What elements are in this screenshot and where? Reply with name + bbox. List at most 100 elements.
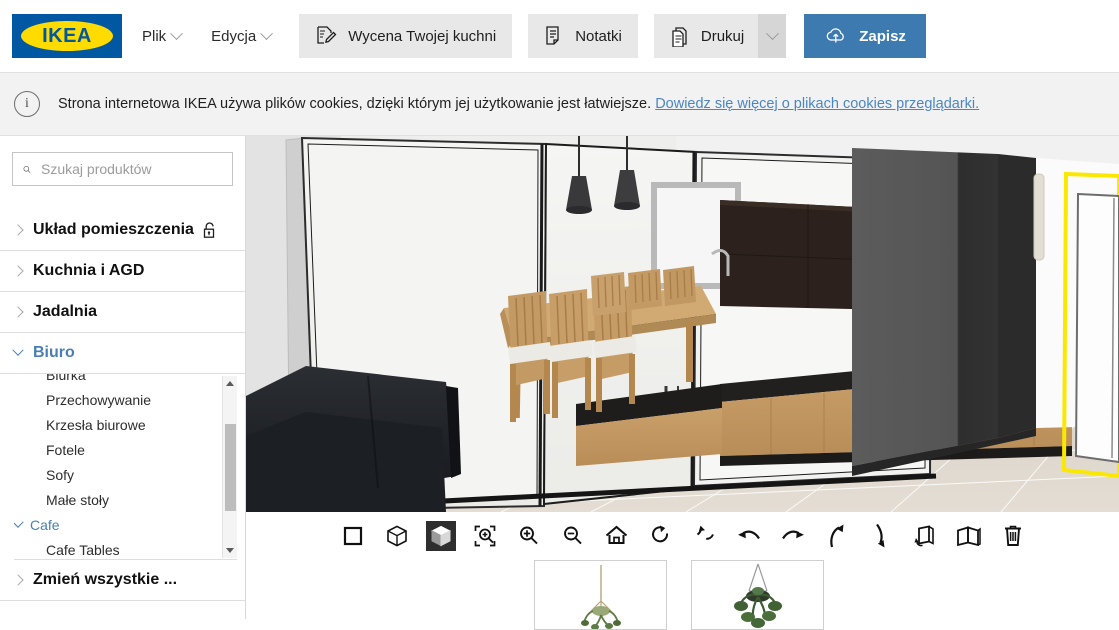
logo-ellipse: IKEA <box>21 21 113 51</box>
scroll-down-button[interactable] <box>223 543 237 558</box>
subcategory-label: Biurka <box>46 374 86 383</box>
list-item[interactable]: Fotele <box>14 437 210 462</box>
folded-walls-icon <box>956 526 981 547</box>
list-item[interactable]: Krzesła biurowe <box>14 412 210 437</box>
search-icon <box>23 165 31 173</box>
square-icon <box>343 526 362 546</box>
chevron-down-icon <box>170 26 184 40</box>
search-input[interactable] <box>41 161 222 177</box>
tilt-down-button[interactable] <box>866 521 896 551</box>
magnifier-minus-icon <box>563 526 582 545</box>
sidebar-item-label: Jadalnia <box>33 303 98 320</box>
sidebar-item-jadalnia[interactable]: Jadalnia <box>0 292 245 333</box>
cube-filled-icon <box>430 525 451 547</box>
subcategory-label: Cafe Tables <box>46 541 120 558</box>
2d-view-button[interactable] <box>338 521 368 551</box>
chevron-down-icon <box>260 26 274 40</box>
sidebar-item-label: Biuro <box>33 344 75 361</box>
chevron-down-icon <box>765 26 779 40</box>
list-item[interactable]: Przechowywanie <box>14 387 210 412</box>
notes-label: Notatki <box>575 27 622 45</box>
print-split-button: Drukuj <box>653 14 787 58</box>
dining-chair <box>663 266 696 306</box>
open-walls-button[interactable] <box>954 521 984 551</box>
ikea-logo[interactable]: ® IKEA <box>12 14 122 58</box>
curved-arrow-left-icon <box>737 530 760 540</box>
scroll-up-button[interactable] <box>223 376 237 391</box>
rotate-clockwise-button[interactable] <box>646 521 676 551</box>
subcategory-label: Przechowywanie <box>46 391 152 408</box>
sofa <box>246 366 461 512</box>
zoom-in-button[interactable] <box>514 521 544 551</box>
list-item[interactable]: Małe stoły <box>14 487 210 512</box>
3d-viewport[interactable] <box>246 136 1119 512</box>
sidebar-item-label: Układ pomieszczenia <box>33 221 194 238</box>
pan-left-button[interactable] <box>734 521 764 551</box>
zoom-to-fit-button[interactable] <box>470 521 500 551</box>
curved-arrow-right-icon <box>781 530 804 540</box>
search-box[interactable] <box>12 152 233 186</box>
unlocked-padlock-icon <box>203 221 215 238</box>
zoom-out-button[interactable] <box>558 521 588 551</box>
subcategory-list: Biurka Przechowywanie Krzesła biurowe Fo… <box>14 374 210 559</box>
sidebar-item-uklad-pomieszczenia[interactable]: Układ pomieszczenia <box>0 210 245 251</box>
print-dropdown-button[interactable] <box>758 14 787 58</box>
pan-right-button[interactable] <box>778 521 808 551</box>
list-item[interactable]: Cafe Tables <box>14 537 210 559</box>
delete-button[interactable] <box>998 521 1028 551</box>
notes-icon <box>546 26 559 45</box>
chevron-right-icon <box>12 265 24 277</box>
subcategory-label: Sofy <box>46 466 75 483</box>
list-item[interactable]: Biurka <box>14 374 210 387</box>
chevron-right-icon <box>12 306 24 318</box>
sidebar-item-zmien-wszystkie[interactable]: Zmień wszystkie ... <box>0 560 245 601</box>
sidebar-item-biuro[interactable]: Biuro <box>0 333 245 374</box>
subcategory-label: Małe stoły <box>46 491 110 508</box>
subcategory-scroll-area: Biurka Przechowywanie Krzesła biurowe Fo… <box>14 374 237 560</box>
kitchen-quote-label: Wycena Twojej kuchni <box>348 27 497 45</box>
tilt-up-button[interactable] <box>822 521 852 551</box>
chevron-right-icon <box>12 224 24 236</box>
cube-outline-icon <box>386 525 407 547</box>
menu-plik[interactable]: Plik <box>132 22 191 51</box>
print-button[interactable]: Drukuj <box>653 14 759 58</box>
3d-wireframe-view-button[interactable] <box>382 521 412 551</box>
view-toolbar <box>246 512 1119 560</box>
print-icon <box>672 27 687 47</box>
rotate-counterclockwise-icon <box>696 525 714 540</box>
sidebar-item-label: Kuchnia i AGD <box>33 262 145 279</box>
rotate-counterclockwise-button[interactable] <box>690 521 720 551</box>
cookie-notice-bar: i Strona internetowa IKEA używa plików c… <box>0 72 1119 136</box>
subcategory-group-cafe[interactable]: Cafe <box>14 512 210 537</box>
rotate-clockwise-icon <box>651 525 668 543</box>
menu-plik-label: Plik <box>142 27 167 45</box>
registered-mark: ® <box>115 14 121 23</box>
rotate-object-button[interactable] <box>910 521 940 551</box>
cookie-learn-more-link[interactable]: Dowiedz się więcej o plikach cookies prz… <box>655 96 979 112</box>
chevron-right-icon <box>12 574 24 586</box>
sidebar-item-kuchnia-i-agd[interactable]: Kuchnia i AGD <box>0 251 245 292</box>
chevron-down-icon <box>12 344 24 356</box>
3d-scene <box>246 136 1119 512</box>
menu-edycja[interactable]: Edycja <box>201 22 281 51</box>
home-view-button[interactable] <box>602 521 632 551</box>
3d-solid-view-button[interactable] <box>425 521 456 551</box>
box-rotate-icon <box>914 525 934 547</box>
kitchen-quote-button[interactable]: Wycena Twojej kuchni <box>299 14 513 58</box>
list-item[interactable]: Sofy <box>14 462 210 487</box>
curved-arrow-down-icon <box>875 523 884 548</box>
subcategory-scrollbar[interactable] <box>222 376 237 558</box>
notes-button[interactable]: Notatki <box>528 14 638 58</box>
save-button[interactable]: Zapisz <box>804 14 926 58</box>
product-card[interactable] <box>691 560 824 630</box>
category-list: Układ pomieszczenia Kuchnia i AGD Jadaln… <box>0 210 245 374</box>
cookie-notice-text: Strona internetowa IKEA używa plików coo… <box>58 96 979 112</box>
product-results-strip <box>246 560 1119 630</box>
dining-chair <box>628 269 662 310</box>
cookie-message: Strona internetowa IKEA używa plików coo… <box>58 96 652 112</box>
product-card[interactable] <box>534 560 667 630</box>
subcategory-label: Fotele <box>46 441 85 458</box>
scrollbar-thumb[interactable] <box>225 424 236 511</box>
home-icon <box>605 525 628 544</box>
sidebar-item-label: Zmień wszystkie ... <box>33 571 178 588</box>
